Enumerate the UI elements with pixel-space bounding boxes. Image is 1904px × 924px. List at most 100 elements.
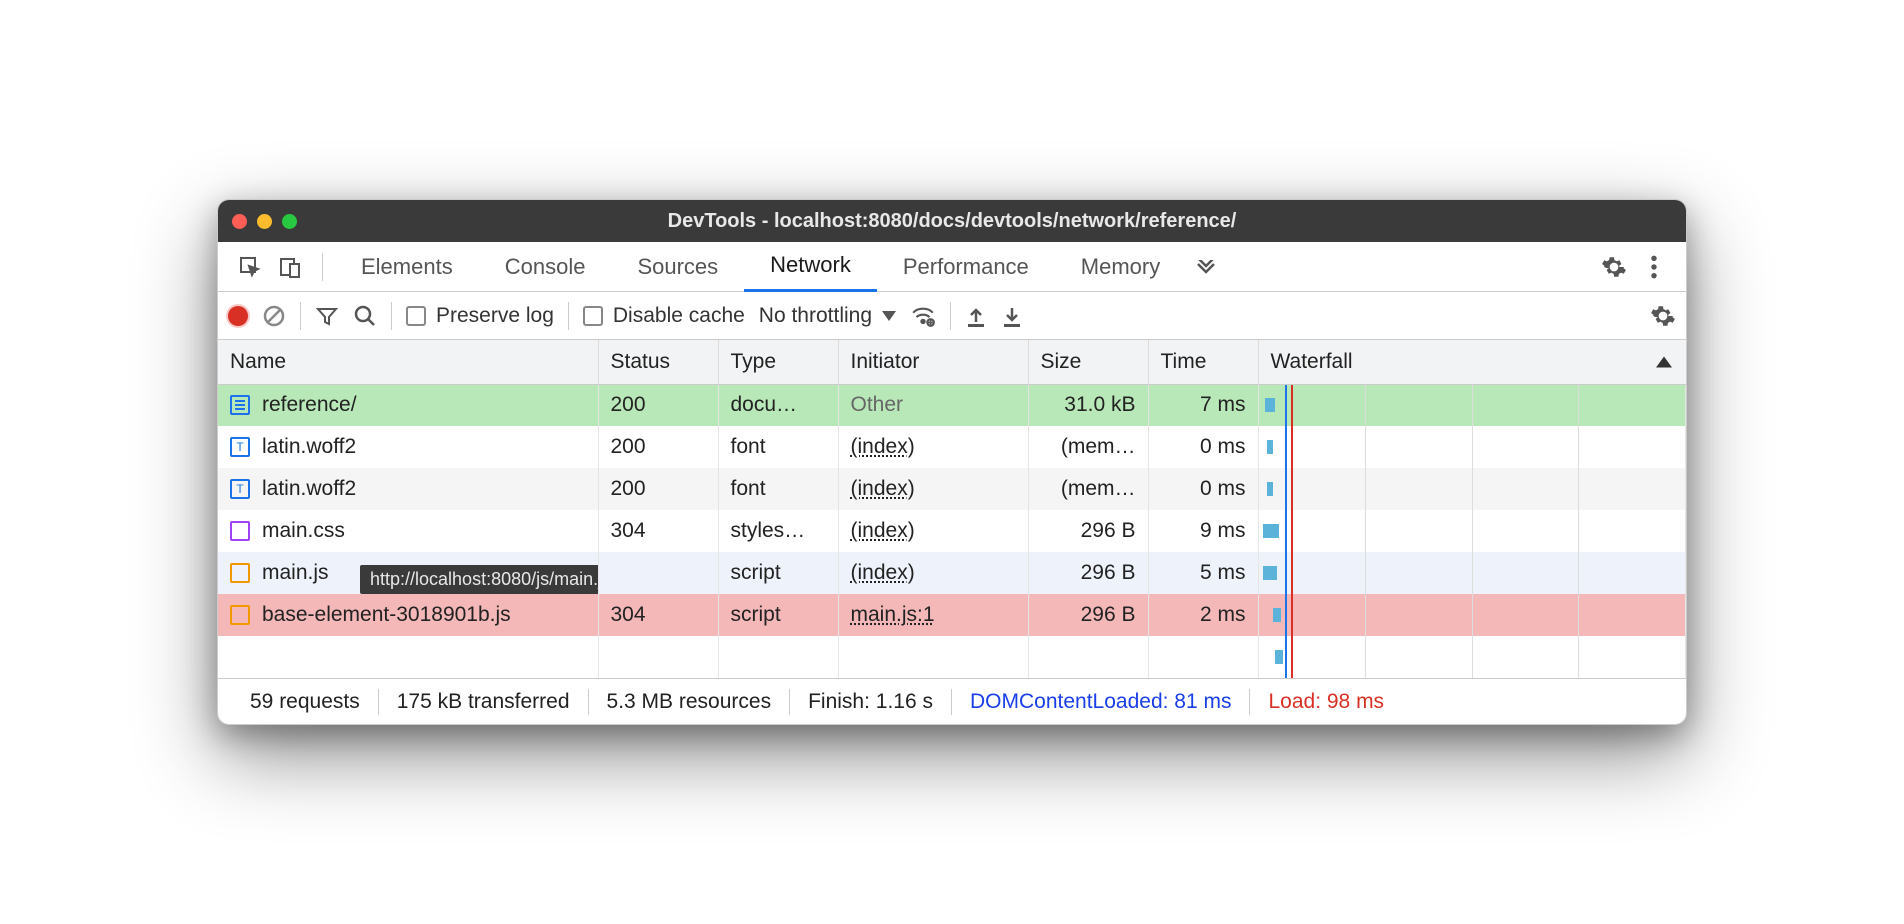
table-row[interactable]: main.css 304 styles… (index) 296 B 9 ms xyxy=(218,510,1686,552)
waterfall-cell xyxy=(1258,552,1686,594)
table-row[interactable]: base-element-3018901b.js 304 script main… xyxy=(218,594,1686,636)
request-time: 0 ms xyxy=(1148,426,1258,468)
request-time: 9 ms xyxy=(1148,510,1258,552)
status-transferred: 175 kB transferred xyxy=(379,690,588,714)
tab-network[interactable]: Network xyxy=(744,242,877,292)
font-icon: T xyxy=(230,479,250,499)
initiator-text: Other xyxy=(851,393,904,416)
col-waterfall[interactable]: Waterfall xyxy=(1258,340,1686,384)
network-table: Name Status Type Initiator Size Time Wat… xyxy=(218,340,1686,678)
col-initiator[interactable]: Initiator xyxy=(838,340,1028,384)
network-conditions-icon[interactable] xyxy=(910,303,936,329)
window-close-button[interactable] xyxy=(232,214,247,229)
tab-sources[interactable]: Sources xyxy=(611,242,744,292)
table-row[interactable]: Tlatin.woff2 200 font (index) (mem… 0 ms xyxy=(218,468,1686,510)
request-size: 296 B xyxy=(1028,594,1148,636)
disable-cache-label: Disable cache xyxy=(613,304,745,328)
request-status: 304 xyxy=(598,510,718,552)
status-resources: 5.3 MB resources xyxy=(589,690,790,714)
tab-memory[interactable]: Memory xyxy=(1055,242,1186,292)
request-name: latin.woff2 xyxy=(262,477,356,501)
request-status: 200 xyxy=(598,426,718,468)
col-status[interactable]: Status xyxy=(598,340,718,384)
table-header-row: Name Status Type Initiator Size Time Wat… xyxy=(218,340,1686,384)
col-name[interactable]: Name xyxy=(218,340,598,384)
panel-tabs: Elements Console Sources Network Perform… xyxy=(218,242,1686,292)
initiator-link[interactable]: (index) xyxy=(851,477,915,500)
table-row[interactable]: reference/ 200 docu… Other 31.0 kB 7 ms xyxy=(218,384,1686,426)
waterfall-cell xyxy=(1258,510,1686,552)
status-finish: Finish: 1.16 s xyxy=(790,690,951,714)
record-button[interactable] xyxy=(228,306,248,326)
request-name: main.css xyxy=(262,519,345,543)
window-maximize-button[interactable] xyxy=(282,214,297,229)
col-type[interactable]: Type xyxy=(718,340,838,384)
request-time: 5 ms xyxy=(1148,552,1258,594)
request-time: 0 ms xyxy=(1148,468,1258,510)
waterfall-cell xyxy=(1258,594,1686,636)
request-name: latin.woff2 xyxy=(262,435,356,459)
filter-icon[interactable] xyxy=(315,304,339,328)
request-size: 296 B xyxy=(1028,552,1148,594)
status-requests: 59 requests xyxy=(232,690,378,714)
request-status: 304 xyxy=(598,594,718,636)
inspect-element-icon[interactable] xyxy=(230,247,270,287)
search-icon[interactable] xyxy=(353,304,377,328)
window-title: DevTools - localhost:8080/docs/devtools/… xyxy=(218,210,1686,233)
waterfall-cell xyxy=(1258,426,1686,468)
preserve-log-checkbox[interactable]: Preserve log xyxy=(406,304,554,328)
request-time: 7 ms xyxy=(1148,384,1258,426)
col-size[interactable]: Size xyxy=(1028,340,1148,384)
request-type: font xyxy=(718,426,838,468)
chevron-down-icon xyxy=(882,311,896,321)
titlebar: DevTools - localhost:8080/docs/devtools/… xyxy=(218,200,1686,242)
tab-elements[interactable]: Elements xyxy=(335,242,479,292)
initiator-link[interactable]: main.js:1 xyxy=(851,603,935,626)
tab-console[interactable]: Console xyxy=(479,242,612,292)
initiator-link[interactable]: (index) xyxy=(851,561,915,584)
table-row[interactable]: Tlatin.woff2 200 font (index) (mem… 0 ms xyxy=(218,426,1686,468)
font-icon: T xyxy=(230,437,250,457)
request-type: script xyxy=(718,552,838,594)
more-tabs-icon[interactable] xyxy=(1186,247,1226,287)
table-row-empty xyxy=(218,636,1686,678)
stylesheet-icon xyxy=(230,521,250,541)
script-icon xyxy=(230,605,250,625)
status-bar: 59 requests 175 kB transferred 5.3 MB re… xyxy=(218,678,1686,724)
download-har-icon[interactable] xyxy=(1001,304,1023,328)
clear-icon[interactable] xyxy=(262,304,286,328)
initiator-link[interactable]: (index) xyxy=(851,435,915,458)
preserve-log-label: Preserve log xyxy=(436,304,554,328)
request-type: script xyxy=(718,594,838,636)
request-name: reference/ xyxy=(262,393,357,417)
request-status xyxy=(598,552,718,594)
request-size: 31.0 kB xyxy=(1028,384,1148,426)
sort-asc-icon xyxy=(1656,356,1672,367)
script-icon xyxy=(230,563,250,583)
device-toolbar-icon[interactable] xyxy=(270,247,310,287)
request-name: main.js xyxy=(262,561,329,585)
network-toolbar: Preserve log Disable cache No throttling xyxy=(218,292,1686,340)
request-status: 200 xyxy=(598,468,718,510)
settings-icon[interactable] xyxy=(1594,247,1634,287)
kebab-menu-icon[interactable] xyxy=(1634,247,1674,287)
col-time[interactable]: Time xyxy=(1148,340,1258,384)
tab-performance[interactable]: Performance xyxy=(877,242,1055,292)
network-settings-icon[interactable] xyxy=(1650,303,1676,329)
window-minimize-button[interactable] xyxy=(257,214,272,229)
request-type: styles… xyxy=(718,510,838,552)
devtools-window: DevTools - localhost:8080/docs/devtools/… xyxy=(217,199,1687,725)
document-icon xyxy=(230,395,250,415)
table-row[interactable]: main.jshttp://localhost:8080/js/main.js … xyxy=(218,552,1686,594)
request-status: 200 xyxy=(598,384,718,426)
status-load: Load: 98 ms xyxy=(1250,690,1402,714)
initiator-link[interactable]: (index) xyxy=(851,519,915,542)
throttling-select[interactable]: No throttling xyxy=(759,304,896,328)
waterfall-cell xyxy=(1258,384,1686,426)
throttling-label: No throttling xyxy=(759,304,872,328)
traffic-lights xyxy=(232,214,297,229)
request-type: docu… xyxy=(718,384,838,426)
upload-har-icon[interactable] xyxy=(965,304,987,328)
disable-cache-checkbox[interactable]: Disable cache xyxy=(583,304,745,328)
separator xyxy=(322,253,323,281)
